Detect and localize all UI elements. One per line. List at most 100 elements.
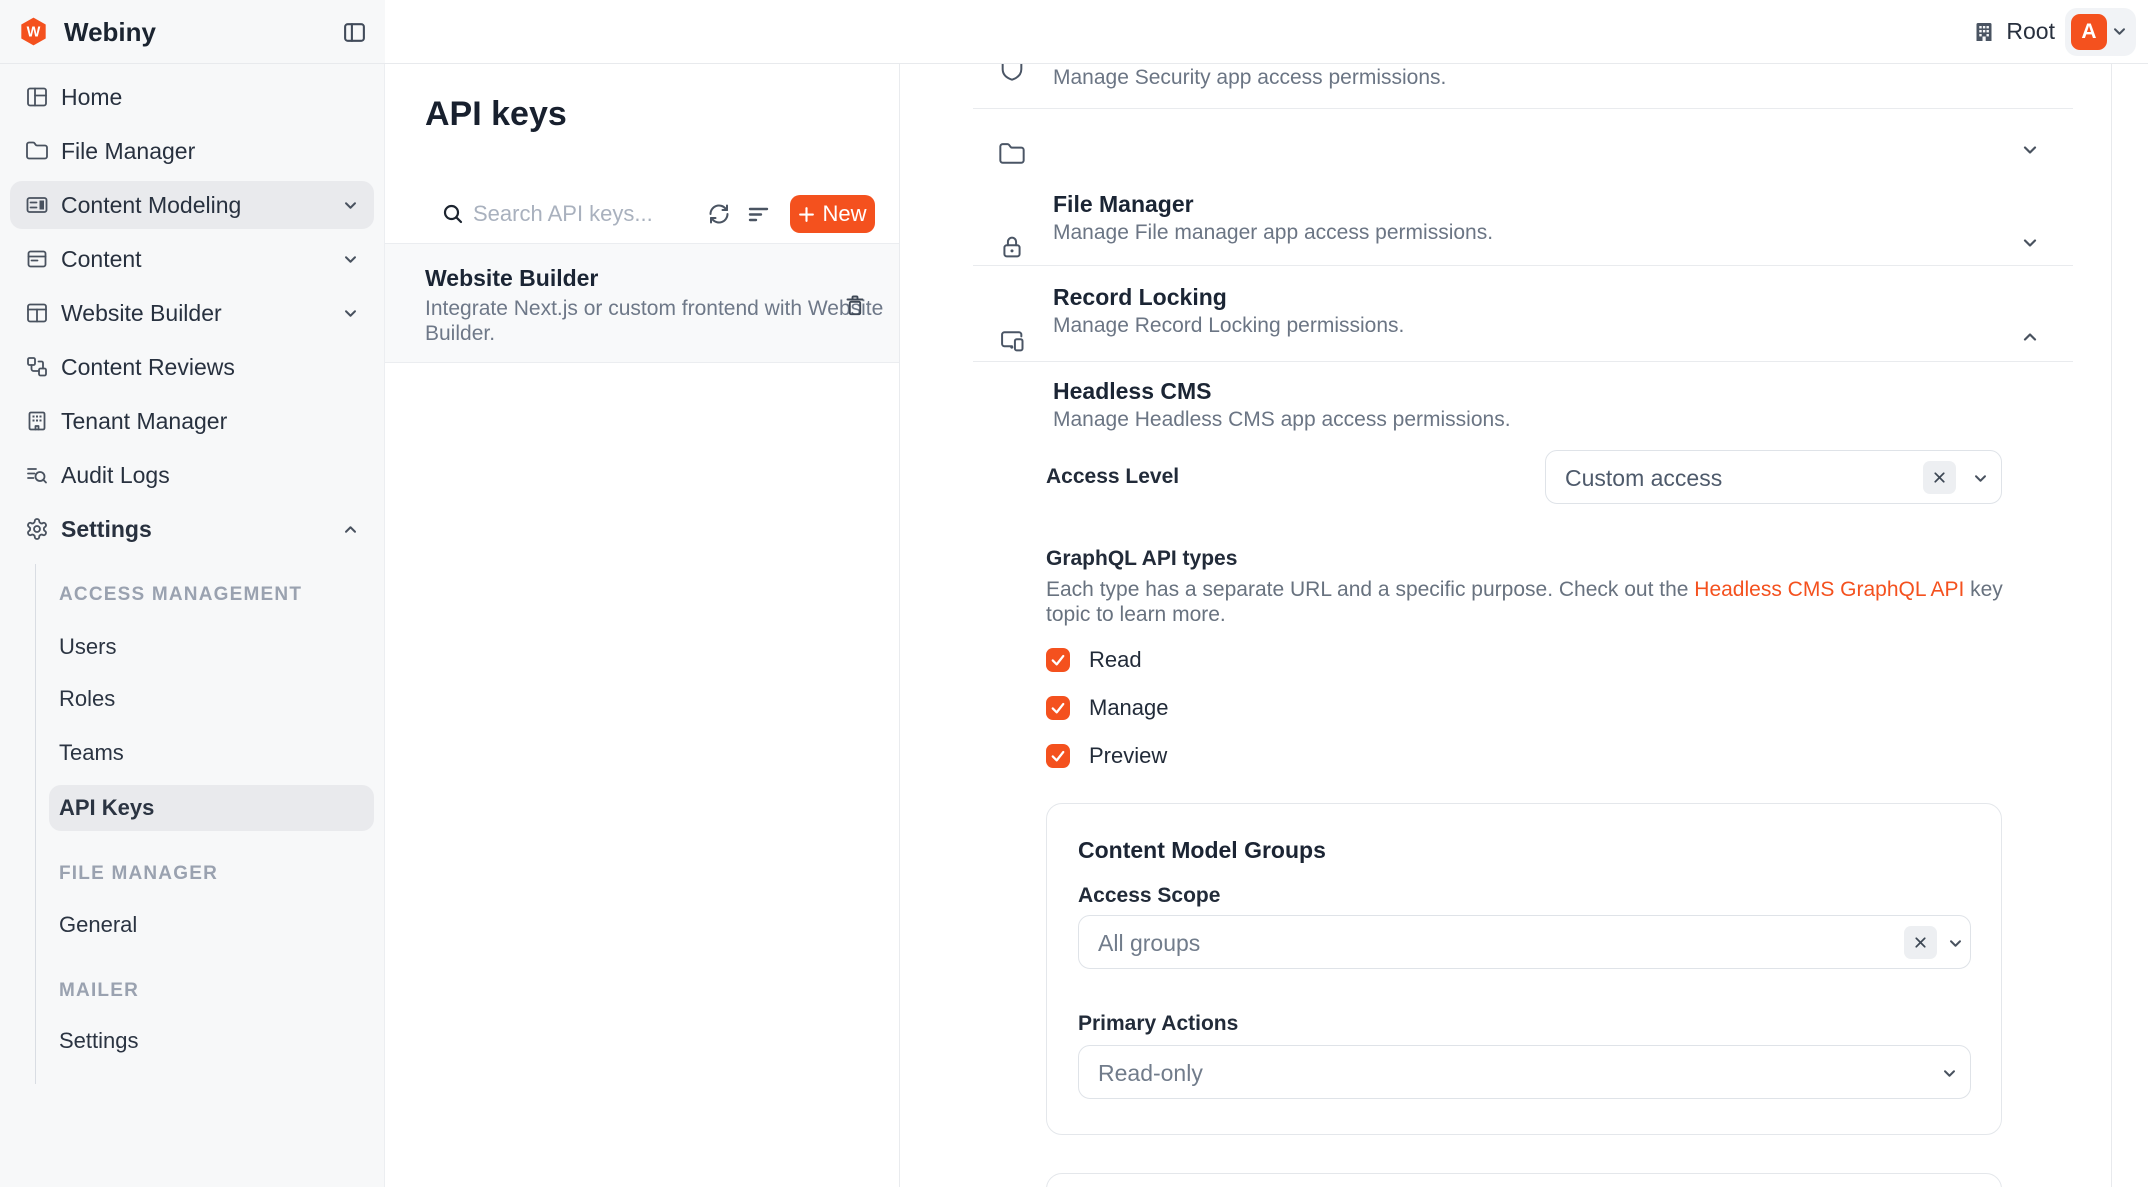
webiny-logo-icon: W: [19, 17, 48, 46]
headless-cms-graphql-api-link[interactable]: Headless CMS GraphQL API: [1694, 578, 1964, 601]
user-menu[interactable]: A: [2065, 8, 2136, 56]
sidebar-item-content-reviews[interactable]: Content Reviews: [10, 343, 374, 391]
close-icon: [1931, 469, 1948, 486]
content-modeling-icon: [25, 193, 49, 217]
row-subtitle: Manage Record Locking permissions.: [1053, 314, 1404, 338]
folder-icon: [25, 139, 49, 163]
sidebar-item-audit-logs[interactable]: Audit Logs: [10, 451, 374, 499]
row-divider: [973, 361, 2073, 362]
access-scope-value: All groups: [1098, 930, 1200, 957]
submenu-rule: [35, 564, 36, 1084]
checkbox-label: Manage: [1089, 695, 1169, 721]
submenu-section-mailer: MAILER: [59, 972, 139, 1010]
content-right-border: [2111, 64, 2112, 1187]
sidebar-item-label: Tenant Manager: [61, 408, 227, 435]
sidebar-toggle-icon[interactable]: [342, 20, 367, 45]
plus-icon: [798, 206, 815, 223]
clear-selection-button[interactable]: [1923, 461, 1956, 494]
sidebar-item-mailer-settings[interactable]: Settings: [49, 1018, 374, 1064]
checkbox-checked-icon: [1046, 648, 1070, 672]
checkbox-label: Preview: [1089, 743, 1167, 769]
trash-icon[interactable]: [843, 292, 867, 318]
sidebar-item-users[interactable]: Users: [49, 624, 374, 670]
sidebar-item-label: Settings: [61, 516, 152, 543]
access-level-select[interactable]: Custom access: [1545, 450, 2002, 504]
content-icon: [25, 247, 49, 271]
svg-text:W: W: [27, 25, 41, 41]
sidebar-item-label: Users: [59, 634, 116, 660]
brand-name: Webiny: [64, 17, 156, 48]
row-title: Record Locking: [1053, 284, 1227, 311]
primary-actions-select[interactable]: Read-only: [1078, 1045, 1971, 1099]
sidebar-item-label: File Manager: [61, 138, 195, 165]
sidebar-item-website-builder[interactable]: Website Builder: [10, 289, 374, 337]
refresh-icon[interactable]: [707, 202, 731, 226]
chevron-down-icon: [344, 309, 357, 318]
checkbox-read[interactable]: Read: [1046, 648, 1142, 672]
folder-icon: [998, 140, 1026, 168]
sidebar-item-home[interactable]: Home: [10, 73, 374, 121]
new-button-label: New: [822, 201, 866, 227]
website-builder-icon: [25, 301, 49, 325]
headless-cms-icon: [998, 327, 1026, 355]
checkbox-checked-icon: [1046, 744, 1070, 768]
lock-icon: [998, 233, 1026, 261]
avatar: A: [2071, 14, 2107, 50]
sort-icon[interactable]: [747, 203, 771, 225]
webiny-admin-page: W Webiny Root A: [0, 0, 2148, 1187]
next-section-card: [1046, 1173, 2002, 1187]
access-scope-label: Access Scope: [1078, 884, 1220, 908]
sidebar-item-general[interactable]: General: [49, 902, 374, 948]
row-subtitle: Manage File manager app access permissio…: [1053, 221, 1493, 245]
api-keys-panel: API keys New Website Builder Integr: [385, 64, 900, 1187]
primary-actions-value: Read-only: [1098, 1060, 1203, 1087]
new-api-key-button[interactable]: New: [790, 195, 875, 233]
sidebar-item-api-keys[interactable]: API Keys: [49, 785, 374, 831]
chevron-down-icon: [344, 255, 357, 264]
graphql-api-types-label: GraphQL API types: [1046, 547, 1237, 571]
checkbox-manage[interactable]: Manage: [1046, 696, 1169, 720]
sidebar-item-label: General: [59, 912, 137, 938]
sidebar-item-label: Roles: [59, 686, 115, 712]
description-text: Each type has a separate URL and a speci…: [1046, 578, 1694, 601]
primary-actions-label: Primary Actions: [1078, 1012, 1238, 1036]
building-icon: [1972, 20, 1996, 44]
clear-selection-button[interactable]: [1904, 926, 1937, 959]
sidebar-item-label: Content: [61, 246, 142, 273]
content-model-groups-card: Content Model Groups Access Scope All gr…: [1046, 803, 2002, 1135]
search-icon: [441, 202, 465, 226]
header-brand-area: W Webiny: [0, 0, 385, 63]
sidebar-item-content[interactable]: Content: [10, 235, 374, 283]
graphql-api-types-description: Each type has a separate URL and a speci…: [1046, 577, 2016, 627]
chevron-up-icon: [344, 525, 357, 534]
sidebar-item-label: API Keys: [59, 795, 154, 821]
chevron-down-icon: [1974, 474, 1987, 483]
row-divider: [973, 265, 2073, 266]
page-title: API keys: [425, 95, 567, 134]
api-key-description: Integrate Next.js or custom frontend wit…: [425, 296, 900, 346]
api-key-title: Website Builder: [425, 265, 598, 292]
tenant-label: Root: [2006, 18, 2055, 45]
sidebar-item-settings[interactable]: Settings: [10, 505, 374, 553]
access-scope-select[interactable]: All groups: [1078, 915, 1971, 969]
submenu-section-access-management: ACCESS MANAGEMENT: [59, 576, 302, 614]
chevron-down-icon: [2023, 145, 2037, 155]
chevron-down-icon: [2023, 238, 2037, 248]
sidebar-item-teams[interactable]: Teams: [49, 730, 374, 776]
row-title: Headless CMS: [1053, 378, 1212, 405]
checkbox-checked-icon: [1046, 696, 1070, 720]
sidebar-item-roles[interactable]: Roles: [49, 676, 374, 722]
search-input[interactable]: [473, 198, 688, 230]
audit-logs-icon: [25, 463, 49, 487]
checkbox-preview[interactable]: Preview: [1046, 744, 1167, 768]
gear-icon: [25, 517, 49, 541]
top-header: W Webiny Root A: [0, 0, 2148, 64]
sidebar-item-file-manager[interactable]: File Manager: [10, 127, 374, 175]
sidebar-item-content-modeling[interactable]: Content Modeling: [10, 181, 374, 229]
close-icon: [1912, 934, 1929, 951]
card-title: Content Model Groups: [1078, 837, 1326, 864]
list-item-website-builder[interactable]: Website Builder Integrate Next.js or cus…: [385, 244, 899, 363]
sidebar-item-tenant-manager[interactable]: Tenant Manager: [10, 397, 374, 445]
row-subtitle: Manage Headless CMS app access permissio…: [1053, 408, 1511, 432]
row-title: File Manager: [1053, 191, 1194, 218]
